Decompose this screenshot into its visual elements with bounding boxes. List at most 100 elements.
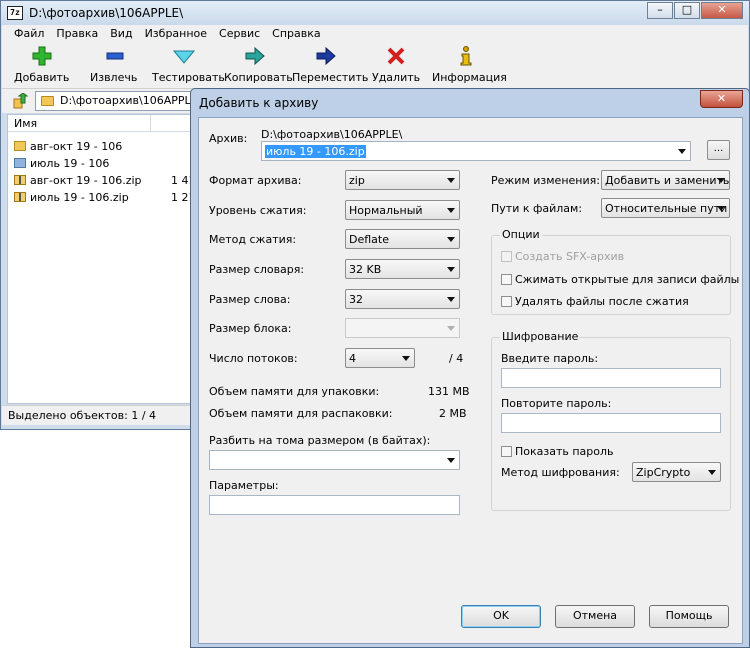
- chevron-down-icon: [717, 178, 725, 183]
- folder-icon: [14, 158, 26, 168]
- file-row[interactable]: июль 19 - 106: [8, 155, 193, 172]
- archive-name-input[interactable]: июль 19 - 106.zip: [261, 141, 691, 161]
- browse-button[interactable]: ...: [707, 140, 730, 160]
- password-input[interactable]: [501, 368, 721, 388]
- delete-button[interactable]: Удалить: [372, 45, 420, 84]
- show-password-label: Показать пароль: [515, 445, 614, 458]
- sfx-label: Создать SFX-архив: [515, 250, 625, 263]
- checkbox-box: [501, 274, 512, 285]
- mem-unpack-value: 2 MB: [439, 407, 467, 420]
- shared-files-checkbox[interactable]: Сжимать открытые для записи файлы: [501, 273, 739, 286]
- menu-help[interactable]: Справка: [266, 25, 326, 43]
- file-name: июль 19 - 106: [30, 157, 110, 170]
- paths-label: Пути к файлам:: [491, 202, 583, 215]
- maximize-button[interactable]: □: [674, 2, 700, 19]
- update-select[interactable]: Добавить и заменить: [601, 170, 730, 190]
- delete-after-checkbox[interactable]: Удалять файлы после сжатия: [501, 295, 689, 308]
- mem-pack-label: Объем памяти для упаковки:: [209, 385, 380, 398]
- paths-value: Относительные пути: [605, 202, 728, 215]
- column-header[interactable]: Имя: [8, 115, 193, 132]
- main-window-title: D:\фотоархив\106APPLE\: [29, 6, 184, 20]
- chevron-down-icon: [447, 458, 455, 463]
- test-label: Тестировать: [152, 71, 225, 84]
- block-select[interactable]: [345, 318, 460, 338]
- dialog-close-button[interactable]: ✕: [700, 90, 743, 108]
- cancel-button[interactable]: Отмена: [555, 605, 635, 628]
- file-name: авг-окт 19 - 106: [30, 140, 123, 153]
- chevron-down-icon: [447, 326, 455, 331]
- menu-tools[interactable]: Сервис: [213, 25, 266, 43]
- move-button[interactable]: Переместить: [292, 45, 368, 84]
- chevron-down-icon: [447, 208, 455, 213]
- copy-label: Копировать: [224, 71, 293, 84]
- threads-total: / 4: [449, 352, 464, 365]
- dict-value: 32 KB: [349, 263, 382, 276]
- checkbox-box: [501, 251, 512, 262]
- close-button[interactable]: ✕: [701, 2, 743, 19]
- threads-label: Число потоков:: [209, 352, 298, 365]
- chevron-down-icon: [708, 470, 716, 475]
- help-button[interactable]: Помощь: [649, 605, 729, 628]
- repeat-password-input[interactable]: [501, 413, 721, 433]
- 7zip-app-icon: 7z: [7, 6, 23, 20]
- menu-favorites[interactable]: Избранное: [139, 25, 213, 43]
- move-arrow-icon: [292, 45, 360, 67]
- chevron-down-icon[interactable]: [678, 149, 686, 154]
- split-select[interactable]: [209, 450, 460, 470]
- threads-select[interactable]: 4: [345, 348, 415, 368]
- dialog-title: Добавить к архиву: [199, 96, 319, 110]
- mem-unpack-label: Объем памяти для распаковки:: [209, 407, 393, 420]
- params-input[interactable]: [209, 495, 460, 515]
- minus-icon: [90, 45, 140, 67]
- paths-select[interactable]: Относительные пути: [601, 198, 730, 218]
- level-select[interactable]: Нормальный: [345, 200, 460, 220]
- method-select[interactable]: Deflate: [345, 229, 460, 249]
- column-name[interactable]: Имя: [14, 117, 37, 130]
- params-label: Параметры:: [209, 479, 279, 492]
- add-button[interactable]: Добавить: [14, 45, 70, 84]
- show-password-checkbox[interactable]: Показать пароль: [501, 445, 614, 458]
- update-value: Добавить и заменить: [605, 174, 730, 187]
- level-label: Уровень сжатия:: [209, 204, 307, 217]
- menu-view[interactable]: Вид: [104, 25, 138, 43]
- menu-edit[interactable]: Правка: [50, 25, 104, 43]
- info-icon: [432, 45, 500, 67]
- sfx-checkbox[interactable]: Создать SFX-архив: [501, 250, 624, 263]
- chevron-down-icon: [402, 356, 410, 361]
- mem-pack-value: 131 MB: [428, 385, 470, 398]
- extract-button[interactable]: Извлечь: [90, 45, 140, 84]
- plus-icon: [14, 45, 70, 67]
- format-select[interactable]: zip: [345, 170, 460, 190]
- file-row[interactable]: июль 19 - 106.zip 1 21: [8, 189, 196, 206]
- column-divider[interactable]: [150, 115, 151, 132]
- minimize-button[interactable]: –: [647, 2, 673, 19]
- status-text: Выделено объектов: 1 / 4: [8, 409, 157, 422]
- ok-button[interactable]: OK: [461, 605, 541, 628]
- path-input[interactable]: D:\фотоархив\106APPLE\: [35, 91, 201, 111]
- file-row[interactable]: авг-окт 19 - 106.zip 1 41: [8, 172, 196, 189]
- dict-select[interactable]: 32 KB: [345, 259, 460, 279]
- enc-method-select[interactable]: ZipCrypto: [632, 462, 721, 482]
- test-button[interactable]: Тестировать: [152, 45, 225, 84]
- info-button[interactable]: Информация: [432, 45, 507, 84]
- chevron-down-icon: [447, 237, 455, 242]
- add-to-archive-dialog: Добавить к архиву ✕ Архив: D:\фотоархив\…: [190, 88, 750, 648]
- chevron-down-icon: [447, 178, 455, 183]
- chevron-down-icon: [447, 297, 455, 302]
- split-label: Разбить на тома размером (в байтах):: [209, 434, 431, 447]
- move-label: Переместить: [292, 71, 369, 84]
- word-select[interactable]: 32: [345, 289, 460, 309]
- zip-file-icon: [14, 175, 26, 185]
- copy-button[interactable]: Копировать: [224, 45, 293, 84]
- format-label: Формат архива:: [209, 174, 302, 187]
- up-folder-icon[interactable]: [12, 92, 29, 112]
- menu-file[interactable]: Файл: [8, 25, 50, 43]
- level-value: Нормальный: [349, 204, 423, 217]
- path-text: D:\фотоархив\106APPLE\: [60, 94, 202, 107]
- file-row[interactable]: авг-окт 19 - 106: [8, 138, 193, 155]
- chevron-down-icon: [717, 206, 725, 211]
- method-label: Метод сжатия:: [209, 233, 297, 246]
- add-label: Добавить: [14, 71, 70, 84]
- repeat-password-label: Повторите пароль:: [501, 397, 612, 410]
- encryption-title: Шифрование: [500, 330, 581, 343]
